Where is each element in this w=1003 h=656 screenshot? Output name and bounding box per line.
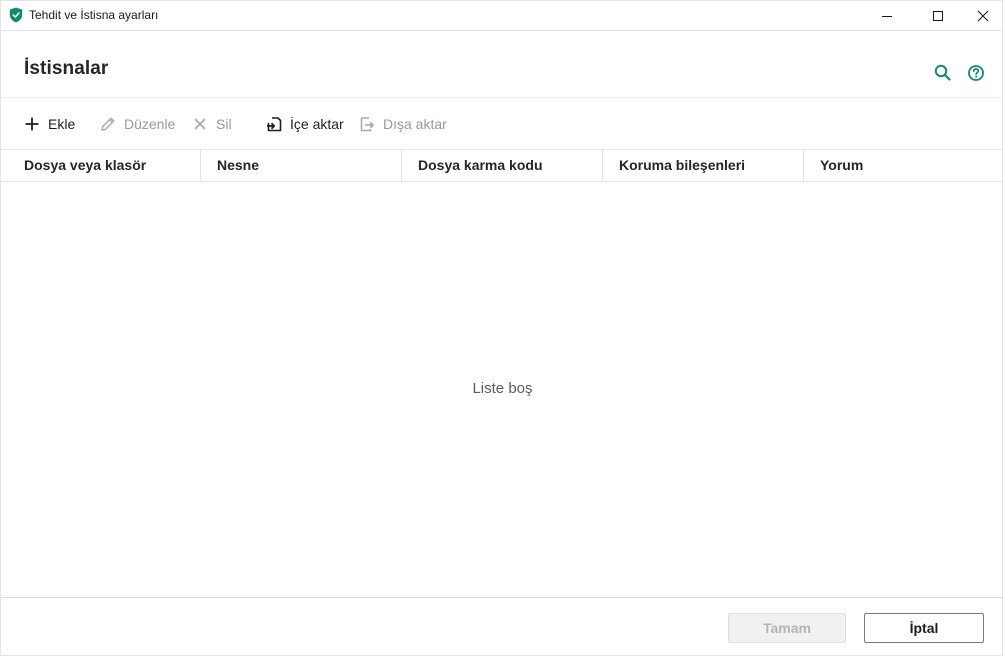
add-button[interactable]: Ekle: [23, 114, 75, 134]
column-divider[interactable]: [602, 150, 603, 181]
page-header: İstisnalar: [1, 31, 1002, 98]
x-icon: [191, 115, 209, 133]
column-divider[interactable]: [803, 150, 804, 181]
page-title: İstisnalar: [24, 58, 109, 79]
column-header-object[interactable]: Nesne: [217, 150, 401, 181]
help-icon[interactable]: [966, 63, 986, 83]
table-header: Dosya veya klasör Nesne Dosya karma kodu…: [1, 150, 1002, 182]
export-button[interactable]: Dışa aktar: [358, 114, 447, 134]
toolbar: Ekle Düzenle Sil İçe aktar Dışa aktar: [1, 98, 1002, 150]
export-icon: [358, 115, 376, 133]
close-button[interactable]: [960, 1, 1003, 30]
edit-button-label: Düzenle: [124, 116, 176, 132]
delete-button[interactable]: Sil: [191, 114, 232, 134]
dialog-footer: Tamam İptal: [1, 597, 1002, 656]
minimize-button[interactable]: [864, 1, 910, 30]
ok-button[interactable]: Tamam: [728, 613, 846, 643]
plus-icon: [23, 115, 41, 133]
cancel-button[interactable]: İptal: [864, 613, 984, 643]
window-title: Tehdit ve İstisna ayarları: [29, 8, 159, 22]
import-icon: [265, 115, 283, 133]
minimize-icon: [882, 15, 892, 17]
column-divider[interactable]: [200, 150, 201, 181]
maximize-button[interactable]: [915, 1, 961, 30]
title-bar: Tehdit ve İstisna ayarları: [1, 1, 1002, 31]
delete-button-label: Sil: [216, 116, 232, 132]
exclusions-window: Tehdit ve İstisna ayarları İstisnalar Ek…: [0, 0, 1003, 656]
close-icon: [977, 10, 989, 21]
maximize-icon: [933, 10, 943, 21]
column-header-file-hash[interactable]: Dosya karma kodu: [418, 150, 602, 181]
column-header-file-or-folder[interactable]: Dosya veya klasör: [24, 150, 200, 181]
import-button[interactable]: İçe aktar: [265, 114, 344, 134]
column-header-protection-components[interactable]: Koruma bileşenleri: [619, 150, 803, 181]
add-button-label: Ekle: [48, 116, 76, 132]
edit-button[interactable]: Düzenle: [99, 114, 175, 134]
column-header-comment[interactable]: Yorum: [820, 150, 990, 181]
search-icon[interactable]: [933, 63, 953, 83]
pencil-icon: [99, 115, 117, 133]
column-divider[interactable]: [401, 150, 402, 181]
export-button-label: Dışa aktar: [383, 116, 447, 132]
empty-list-message: Liste boş: [472, 380, 533, 397]
import-button-label: İçe aktar: [290, 116, 344, 132]
shield-check-icon: [9, 7, 23, 23]
